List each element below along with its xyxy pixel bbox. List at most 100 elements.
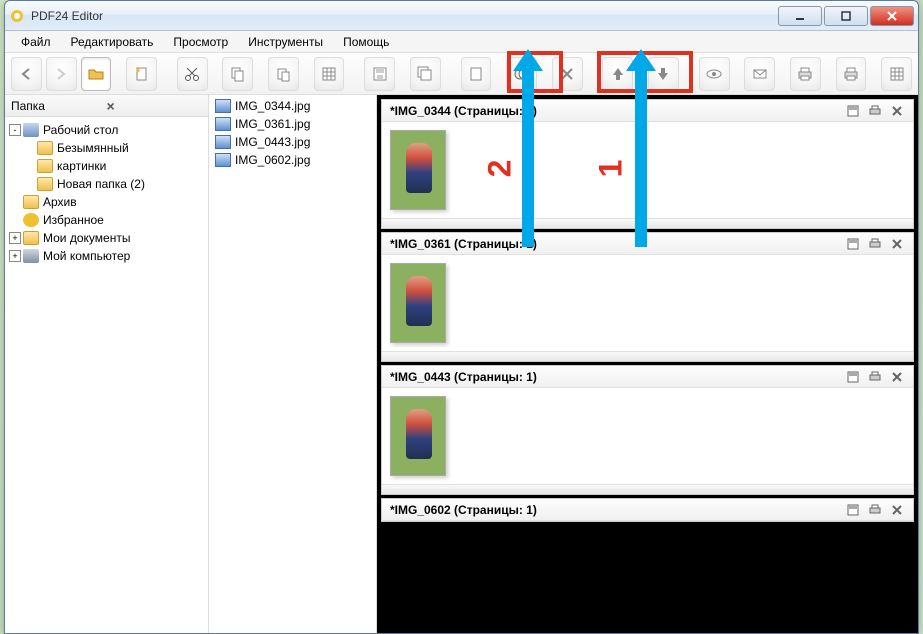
folder-icon <box>37 141 53 155</box>
paste-icon <box>274 65 292 83</box>
merge-button[interactable] <box>506 57 537 91</box>
doc-close-button[interactable] <box>889 502 905 518</box>
star-icon <box>23 213 39 227</box>
x-icon <box>558 65 576 83</box>
file-item[interactable]: IMG_0344.jpg <box>211 97 374 115</box>
new-doc-button[interactable] <box>126 57 157 91</box>
save-button[interactable] <box>364 57 395 91</box>
menu-tools[interactable]: Инструменты <box>238 33 333 51</box>
tree-label: картинки <box>57 159 106 173</box>
menu-view[interactable]: Просмотр <box>163 33 238 51</box>
tree-toggle[interactable]: + <box>9 250 21 262</box>
doc-footer <box>382 218 913 228</box>
back-button[interactable] <box>11 57 42 91</box>
copy-button[interactable] <box>222 57 253 91</box>
tree-label: Мои документы <box>43 231 130 245</box>
folder-icon <box>23 195 39 209</box>
doc-title: *IMG_0602 (Страницы: 1) <box>390 503 845 517</box>
file-name: IMG_0443.jpg <box>235 135 310 149</box>
doc-body <box>382 255 913 351</box>
calc2-button[interactable] <box>881 57 912 91</box>
maximize-button[interactable] <box>824 6 868 26</box>
folder-panel-title: Папка <box>11 99 107 113</box>
toolbar <box>5 53 918 95</box>
image-file-icon <box>215 117 231 131</box>
print2-button[interactable] <box>836 57 867 91</box>
open-folder-button[interactable] <box>81 57 112 91</box>
folder-icon <box>37 159 53 173</box>
file-item[interactable]: IMG_0361.jpg <box>211 115 374 133</box>
tree-item[interactable]: Безымянный <box>7 139 206 157</box>
doc-close-button[interactable] <box>889 103 905 119</box>
tree-item[interactable]: Новая папка (2) <box>7 175 206 193</box>
tree-item[interactable]: Избранное <box>7 211 206 229</box>
close-button[interactable] <box>870 6 914 26</box>
file-item[interactable]: IMG_0602.jpg <box>211 151 374 169</box>
preview-button[interactable] <box>699 57 730 91</box>
minimize-button[interactable] <box>778 6 822 26</box>
menu-edit[interactable]: Редактировать <box>61 33 164 51</box>
document-card[interactable]: *IMG_0361 (Страницы: 1) <box>381 232 914 362</box>
doc-close-button[interactable] <box>889 369 905 385</box>
delete-button[interactable] <box>552 57 583 91</box>
paste-button[interactable] <box>268 57 299 91</box>
move-up-button[interactable] <box>602 57 633 91</box>
document-card[interactable]: *IMG_0443 (Страницы: 1) <box>381 365 914 495</box>
folder-icon <box>37 177 53 191</box>
annotation-label-2: 2 <box>481 160 518 178</box>
doc-header-buttons <box>845 502 905 518</box>
tree-item[interactable]: -Рабочий стол <box>7 121 206 139</box>
doc-title: *IMG_0443 (Страницы: 1) <box>390 370 845 384</box>
doc-print-button[interactable] <box>867 103 883 119</box>
move-down-button[interactable] <box>648 57 679 91</box>
save-all-button[interactable] <box>410 57 441 91</box>
folder-panel: Папка × -Рабочий столБезымянный картинки Н… <box>5 95 209 633</box>
folder-panel-header: Папка × <box>5 95 208 117</box>
arrow-right-icon <box>52 65 70 83</box>
folder-panel-close[interactable]: × <box>107 98 203 114</box>
window-controls <box>778 6 914 26</box>
file-item[interactable]: IMG_0443.jpg <box>211 133 374 151</box>
cut-button[interactable] <box>177 57 208 91</box>
doc-print-button[interactable] <box>867 369 883 385</box>
tree-label: Избранное <box>43 213 104 227</box>
page-thumbnail[interactable] <box>390 263 446 343</box>
tree-toggle[interactable]: - <box>9 124 21 136</box>
tree-toggle[interactable]: + <box>9 232 21 244</box>
menubar: Файл Редактировать Просмотр Инструменты … <box>5 31 918 53</box>
body-area: Папка × -Рабочий столБезымянный картинки Н… <box>5 95 918 633</box>
menu-help[interactable]: Помощь <box>333 33 399 51</box>
tree-item[interactable]: + Мои документы <box>7 229 206 247</box>
doc-save-button[interactable] <box>845 502 861 518</box>
grid-icon <box>320 65 338 83</box>
doc-print-button[interactable] <box>867 236 883 252</box>
doc-print-button[interactable] <box>867 502 883 518</box>
page-thumbnail[interactable] <box>390 396 446 476</box>
tree-item[interactable]: картинки <box>7 157 206 175</box>
page-icon <box>467 65 485 83</box>
document-card[interactable]: *IMG_0344 (Страницы: 1) <box>381 99 914 229</box>
calc-button[interactable] <box>314 57 345 91</box>
doc-close-button[interactable] <box>889 236 905 252</box>
tree-label: Архив <box>43 195 77 209</box>
tree-label: Мой компьютер <box>43 249 130 263</box>
arrow-up-icon <box>609 65 627 83</box>
tree-label: Новая папка (2) <box>57 177 145 191</box>
folder-tree: -Рабочий столБезымянный картинки Новая пап… <box>5 117 208 269</box>
desktop-icon <box>23 123 39 137</box>
doc-save-button[interactable] <box>845 236 861 252</box>
envelope-icon <box>751 65 769 83</box>
tree-item[interactable]: Архив <box>7 193 206 211</box>
email-button[interactable] <box>744 57 775 91</box>
doc-save-button[interactable] <box>845 369 861 385</box>
doc-save-button[interactable] <box>845 103 861 119</box>
document-card[interactable]: *IMG_0602 (Страницы: 1) <box>381 498 914 522</box>
file-name: IMG_0361.jpg <box>235 117 310 131</box>
menu-file[interactable]: Файл <box>11 33 61 51</box>
forward-button[interactable] <box>46 57 77 91</box>
doc-header: *IMG_0361 (Страницы: 1) <box>382 233 913 255</box>
blank-page-button[interactable] <box>461 57 492 91</box>
page-thumbnail[interactable] <box>390 130 446 210</box>
tree-item[interactable]: + Мой компьютер <box>7 247 206 265</box>
print-button[interactable] <box>790 57 821 91</box>
